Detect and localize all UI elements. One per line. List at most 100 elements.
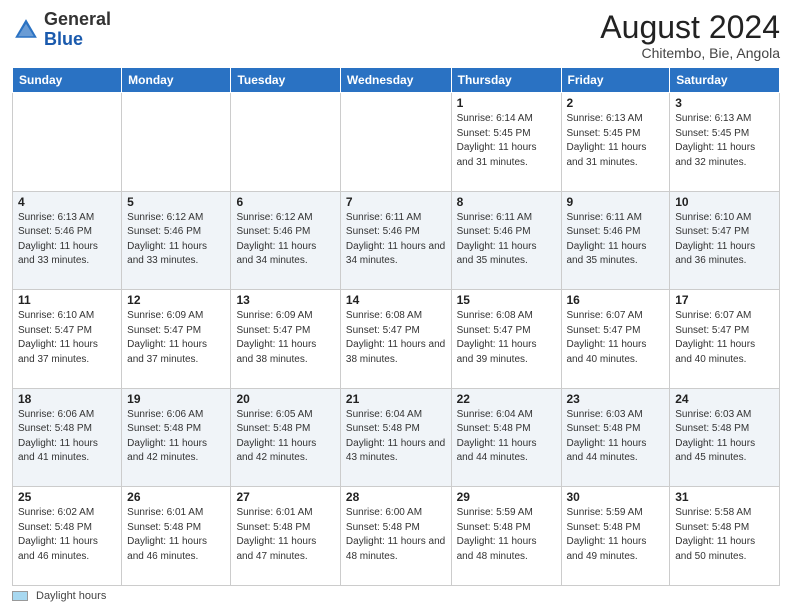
calendar-header-row: Sunday Monday Tuesday Wednesday Thursday… — [13, 68, 780, 93]
day-info: Sunrise: 6:07 AM Sunset: 5:47 PM Dayligh… — [675, 309, 774, 367]
col-wednesday: Wednesday — [340, 68, 451, 93]
table-cell: 28Sunrise: 6:00 AM Sunset: 5:48 PM Dayli… — [340, 487, 451, 586]
table-cell: 13 Sunrise: 6:09 AM Sunset: 5:47 PM Dayli… — [231, 290, 340, 389]
week-row-1: 4 Sunrise: 6:13 AM Sunset: 5:46 PM Daylig… — [13, 191, 780, 290]
footer: Daylight hours — [12, 590, 780, 602]
table-cell: 14 Sunrise: 6:08 AM Sunset: 5:47 PM Dayli… — [340, 290, 451, 389]
day-number: 25 — [18, 490, 116, 504]
page: General Blue August 2024 Chitembo, Bie, … — [0, 0, 792, 612]
logo-blue-text: Blue — [44, 29, 83, 49]
day-number: 1 — [457, 96, 556, 110]
calendar-table: Sunday Monday Tuesday Wednesday Thursday… — [12, 67, 780, 586]
day-number: 24 — [675, 392, 774, 406]
day-info: Sunrise: 6:11 AM Sunset: 5:46 PM Dayligh… — [457, 211, 556, 269]
logo-icon — [12, 16, 40, 44]
day-info: Sunrise: 6:06 AM Sunset: 5:48 PM Dayligh… — [18, 408, 116, 466]
week-row-3: 18 Sunrise: 6:06 AM Sunset: 5:48 PM Dayli… — [13, 388, 780, 487]
day-info: Sunrise: 6:08 AM Sunset: 5:47 PM Dayligh… — [346, 309, 446, 367]
table-cell — [340, 93, 451, 192]
table-cell — [231, 93, 340, 192]
day-info: Sunrise: 6:08 AM Sunset: 5:47 PM Dayligh… — [457, 309, 556, 367]
day-info: Sunrise: 6:14 AM Sunset: 5:45 PM Dayligh… — [457, 112, 556, 170]
table-cell: 4 Sunrise: 6:13 AM Sunset: 5:46 PM Daylig… — [13, 191, 122, 290]
day-number: 28 — [346, 490, 446, 504]
day-info: Sunrise: 6:10 AM Sunset: 5:47 PM Dayligh… — [675, 211, 774, 269]
day-info: Sunrise: 5:59 AM Sunset: 5:48 PM Dayligh… — [567, 506, 665, 564]
day-info: Sunrise: 6:13 AM Sunset: 5:46 PM Dayligh… — [18, 211, 116, 269]
table-cell: 8 Sunrise: 6:11 AM Sunset: 5:46 PM Daylig… — [451, 191, 561, 290]
table-cell: 16Sunrise: 6:07 AM Sunset: 5:47 PM Dayli… — [561, 290, 670, 389]
col-sunday: Sunday — [13, 68, 122, 93]
table-cell: 29Sunrise: 5:59 AM Sunset: 5:48 PM Dayli… — [451, 487, 561, 586]
table-cell — [13, 93, 122, 192]
day-info: Sunrise: 6:02 AM Sunset: 5:48 PM Dayligh… — [18, 506, 116, 564]
daylight-label: Daylight hours — [36, 590, 106, 602]
day-number: 17 — [675, 293, 774, 307]
day-info: Sunrise: 6:12 AM Sunset: 5:46 PM Dayligh… — [127, 211, 225, 269]
day-number: 21 — [346, 392, 446, 406]
table-cell: 23Sunrise: 6:03 AM Sunset: 5:48 PM Dayli… — [561, 388, 670, 487]
table-cell: 6Sunrise: 6:12 AM Sunset: 5:46 PM Daylig… — [231, 191, 340, 290]
logo: General Blue — [12, 10, 111, 50]
day-number: 10 — [675, 195, 774, 209]
table-cell: 21Sunrise: 6:04 AM Sunset: 5:48 PM Dayli… — [340, 388, 451, 487]
table-cell — [122, 93, 231, 192]
day-info: Sunrise: 5:58 AM Sunset: 5:48 PM Dayligh… — [675, 506, 774, 564]
day-number: 15 — [457, 293, 556, 307]
day-number: 13 — [236, 293, 334, 307]
table-cell: 7 Sunrise: 6:11 AM Sunset: 5:46 PM Daylig… — [340, 191, 451, 290]
day-number: 19 — [127, 392, 225, 406]
table-cell: 25 Sunrise: 6:02 AM Sunset: 5:48 PM Dayli… — [13, 487, 122, 586]
day-number: 2 — [567, 96, 665, 110]
day-number: 14 — [346, 293, 446, 307]
day-number: 8 — [457, 195, 556, 209]
day-number: 26 — [127, 490, 225, 504]
table-cell: 27 Sunrise: 6:01 AM Sunset: 5:48 PM Dayli… — [231, 487, 340, 586]
day-info: Sunrise: 6:03 AM Sunset: 5:48 PM Dayligh… — [567, 408, 665, 466]
table-cell: 15 Sunrise: 6:08 AM Sunset: 5:47 PM Dayli… — [451, 290, 561, 389]
day-info: Sunrise: 6:01 AM Sunset: 5:48 PM Dayligh… — [127, 506, 225, 564]
table-cell: 24Sunrise: 6:03 AM Sunset: 5:48 PM Dayli… — [670, 388, 780, 487]
day-number: 5 — [127, 195, 225, 209]
day-info: Sunrise: 6:01 AM Sunset: 5:48 PM Dayligh… — [236, 506, 334, 564]
week-row-0: 1 Sunrise: 6:14 AM Sunset: 5:45 PM Daylig… — [13, 93, 780, 192]
col-friday: Friday — [561, 68, 670, 93]
day-info: Sunrise: 6:11 AM Sunset: 5:46 PM Dayligh… — [346, 211, 446, 269]
table-cell: 26 Sunrise: 6:01 AM Sunset: 5:48 PM Dayli… — [122, 487, 231, 586]
day-number: 16 — [567, 293, 665, 307]
day-info: Sunrise: 5:59 AM Sunset: 5:48 PM Dayligh… — [457, 506, 556, 564]
daylight-swatch — [12, 591, 28, 601]
week-row-4: 25 Sunrise: 6:02 AM Sunset: 5:48 PM Dayli… — [13, 487, 780, 586]
day-number: 20 — [236, 392, 334, 406]
day-number: 27 — [236, 490, 334, 504]
day-info: Sunrise: 6:06 AM Sunset: 5:48 PM Dayligh… — [127, 408, 225, 466]
day-info: Sunrise: 6:13 AM Sunset: 5:45 PM Dayligh… — [567, 112, 665, 170]
table-cell: 1 Sunrise: 6:14 AM Sunset: 5:45 PM Daylig… — [451, 93, 561, 192]
day-info: Sunrise: 6:05 AM Sunset: 5:48 PM Dayligh… — [236, 408, 334, 466]
day-info: Sunrise: 6:11 AM Sunset: 5:46 PM Dayligh… — [567, 211, 665, 269]
title-block: August 2024 Chitembo, Bie, Angola — [600, 10, 780, 61]
table-cell: 2 Sunrise: 6:13 AM Sunset: 5:45 PM Daylig… — [561, 93, 670, 192]
table-cell: 22 Sunrise: 6:04 AM Sunset: 5:48 PM Dayli… — [451, 388, 561, 487]
table-cell: 20 Sunrise: 6:05 AM Sunset: 5:48 PM Dayli… — [231, 388, 340, 487]
logo-general-text: General — [44, 9, 111, 29]
day-info: Sunrise: 6:04 AM Sunset: 5:48 PM Dayligh… — [457, 408, 556, 466]
day-number: 4 — [18, 195, 116, 209]
table-cell: 11Sunrise: 6:10 AM Sunset: 5:47 PM Dayli… — [13, 290, 122, 389]
table-cell: 17 Sunrise: 6:07 AM Sunset: 5:47 PM Dayli… — [670, 290, 780, 389]
day-number: 3 — [675, 96, 774, 110]
col-saturday: Saturday — [670, 68, 780, 93]
col-tuesday: Tuesday — [231, 68, 340, 93]
day-info: Sunrise: 6:09 AM Sunset: 5:47 PM Dayligh… — [236, 309, 334, 367]
header: General Blue August 2024 Chitembo, Bie, … — [12, 10, 780, 61]
day-number: 6 — [236, 195, 334, 209]
day-number: 22 — [457, 392, 556, 406]
table-cell: 5 Sunrise: 6:12 AM Sunset: 5:46 PM Daylig… — [122, 191, 231, 290]
day-number: 18 — [18, 392, 116, 406]
day-number: 9 — [567, 195, 665, 209]
table-cell: 3Sunrise: 6:13 AM Sunset: 5:45 PM Daylig… — [670, 93, 780, 192]
col-monday: Monday — [122, 68, 231, 93]
table-cell: 12Sunrise: 6:09 AM Sunset: 5:47 PM Dayli… — [122, 290, 231, 389]
location: Chitembo, Bie, Angola — [600, 45, 780, 61]
day-number: 7 — [346, 195, 446, 209]
